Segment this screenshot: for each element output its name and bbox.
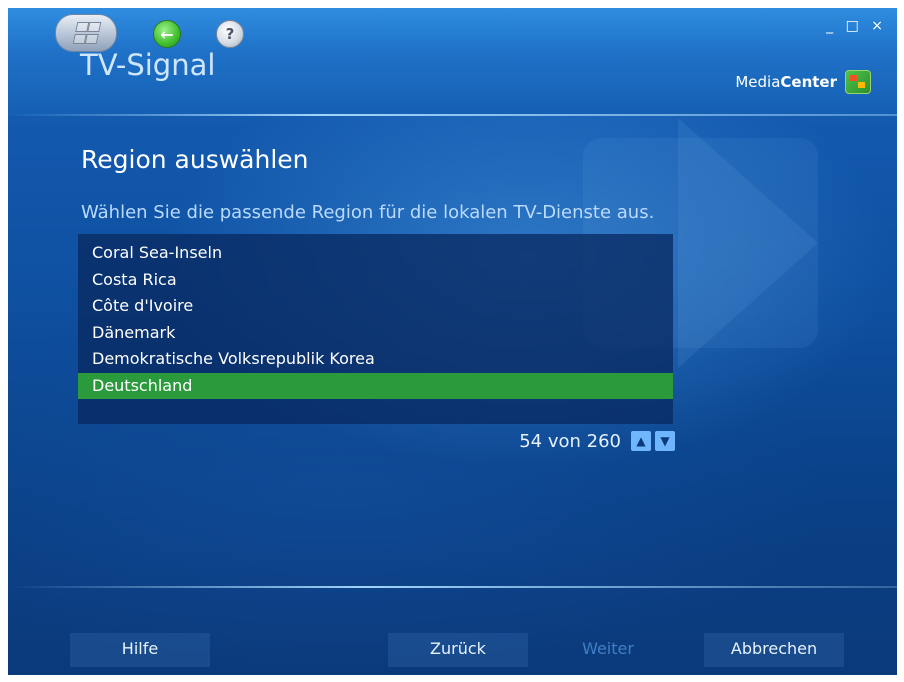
bottom-divider (8, 586, 897, 588)
page-heading: Region auswählen (81, 145, 309, 174)
list-item[interactable]: Côte d'Ivoire (78, 293, 673, 320)
media-center-brand: MediaCenter (735, 70, 871, 94)
list-item[interactable]: Dänemark (78, 320, 673, 347)
list-item-selected[interactable]: Deutschland (78, 372, 673, 399)
region-list[interactable]: Coral Sea-Inseln Costa Rica Côte d'Ivoir… (78, 234, 673, 424)
scroll-up-icon[interactable]: ▲ (631, 431, 651, 451)
help-question-icon[interactable]: ? (216, 20, 244, 48)
list-item[interactable]: Coral Sea-Inseln (78, 240, 673, 267)
list-item[interactable]: Demokratische Volksrepublik Korea (78, 346, 673, 373)
back-button[interactable]: Zurück (388, 633, 528, 667)
list-pager: 54 von 260 ▲ ▼ (448, 426, 675, 456)
windows-flag-icon (845, 70, 871, 94)
help-button[interactable]: Hilfe (70, 633, 210, 667)
scroll-down-icon[interactable]: ▼ (655, 431, 675, 451)
media-center-window: ← ? _ □ × TV-Signal MediaCenter Region a… (8, 8, 897, 675)
window-controls[interactable]: _ □ × (826, 18, 887, 34)
next-button[interactable]: Weiter (538, 633, 678, 667)
windows-start-icon[interactable] (55, 14, 117, 52)
brand-text: MediaCenter (735, 73, 837, 91)
list-item[interactable]: Costa Rica (78, 267, 673, 294)
wizard-button-bar: Hilfe Zurück Weiter Abbrechen (8, 633, 897, 667)
list-position-text: 54 von 260 (519, 430, 621, 452)
instruction-text: Wählen Sie die passende Region für die l… (81, 202, 655, 223)
back-arrow-icon[interactable]: ← (153, 20, 181, 48)
cancel-button[interactable]: Abbrechen (704, 633, 844, 667)
app-title: TV-Signal (80, 48, 216, 82)
